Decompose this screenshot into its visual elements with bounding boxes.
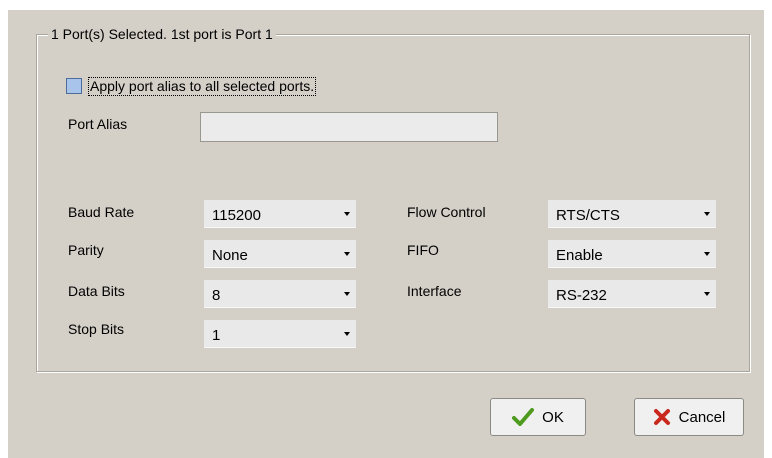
chevron-down-icon[interactable] bbox=[698, 200, 716, 227]
stop-bits-value: 1 bbox=[212, 327, 221, 344]
interface-select[interactable]: RS-232 bbox=[548, 280, 716, 308]
stop-bits-select[interactable]: 1 bbox=[204, 320, 356, 348]
parity-select[interactable]: None bbox=[204, 240, 356, 268]
flow-control-value: RTS/CTS bbox=[556, 207, 620, 224]
baud-rate-select[interactable]: 115200 bbox=[204, 200, 356, 228]
apply-alias-label[interactable]: Apply port alias to all selected ports. bbox=[88, 77, 317, 96]
fifo-label: FIFO bbox=[407, 242, 439, 258]
baud-rate-value: 115200 bbox=[212, 207, 261, 224]
group-title: 1 Port(s) Selected. 1st port is Port 1 bbox=[48, 26, 276, 42]
fifo-value: Enable bbox=[556, 247, 603, 264]
checkmark-icon bbox=[512, 408, 535, 426]
parity-label: Parity bbox=[68, 242, 104, 258]
chevron-down-icon[interactable] bbox=[338, 200, 356, 227]
port-alias-input[interactable] bbox=[200, 112, 498, 142]
data-bits-value: 8 bbox=[212, 287, 221, 304]
chevron-down-icon[interactable] bbox=[698, 280, 716, 307]
chevron-down-icon[interactable] bbox=[338, 240, 356, 267]
port-alias-label: Port Alias bbox=[68, 116, 128, 132]
flow-control-select[interactable]: RTS/CTS bbox=[548, 200, 716, 228]
cancel-button[interactable]: Cancel bbox=[634, 398, 744, 436]
parity-value: None bbox=[212, 247, 248, 264]
stop-bits-label: Stop Bits bbox=[68, 321, 125, 337]
ok-button[interactable]: OK bbox=[490, 398, 586, 436]
apply-alias-checkbox[interactable] bbox=[66, 78, 82, 94]
chevron-down-icon[interactable] bbox=[338, 280, 356, 307]
baud-rate-label: Baud Rate bbox=[68, 204, 135, 220]
flow-control-label: Flow Control bbox=[407, 204, 486, 220]
ok-label: OK bbox=[542, 408, 564, 426]
data-bits-select[interactable]: 8 bbox=[204, 280, 356, 308]
fifo-select[interactable]: Enable bbox=[548, 240, 716, 268]
cancel-label: Cancel bbox=[678, 408, 726, 426]
x-mark-icon bbox=[653, 408, 671, 426]
interface-label: Interface bbox=[407, 283, 462, 299]
chevron-down-icon[interactable] bbox=[698, 240, 716, 267]
interface-value: RS-232 bbox=[556, 287, 607, 304]
chevron-down-icon[interactable] bbox=[338, 320, 356, 347]
data-bits-label: Data Bits bbox=[68, 283, 125, 299]
